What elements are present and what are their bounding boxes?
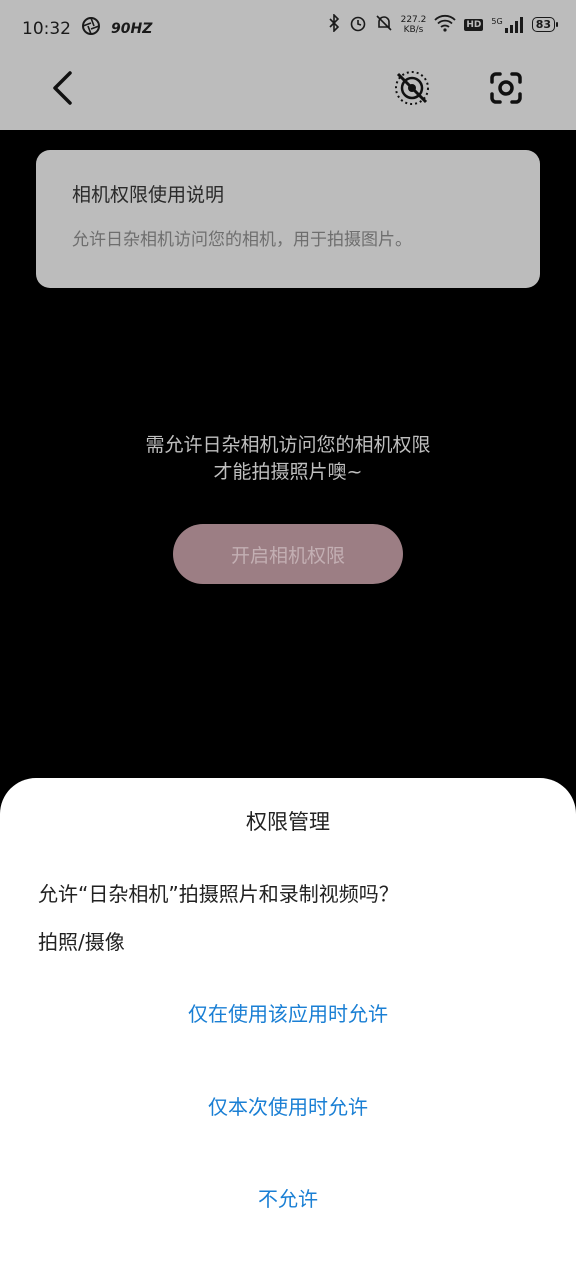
permission-hint: 需允许日杂相机访问您的相机权限 才能拍摄照片噢~ (0, 432, 576, 486)
enable-camera-permission-button[interactable]: 开启相机权限 (173, 524, 403, 584)
top-toolbar (0, 54, 576, 130)
switch-camera-icon (486, 68, 526, 112)
allow-while-using-button[interactable]: 仅在使用该应用时允许 (0, 984, 576, 1044)
allow-once-button[interactable]: 仅本次使用时允许 (0, 1077, 576, 1137)
live-photo-off-icon (392, 68, 432, 112)
mute-bell-icon (375, 14, 393, 35)
back-button[interactable] (38, 66, 86, 114)
aperture-icon (81, 16, 101, 41)
battery-icon: 83 (531, 17, 558, 32)
network-speed: 227.2 KB/s (401, 15, 427, 35)
camera-permission-notice-card: 相机权限使用说明 允许日杂相机访问您的相机，用于拍摄图片。 (36, 150, 540, 288)
signal-icon: 5G (491, 16, 523, 33)
wifi-icon (434, 14, 457, 35)
speed-unit: KB/s (403, 24, 424, 35)
refresh-rate-label: 90HZ (111, 20, 153, 37)
live-photo-off-button[interactable] (388, 66, 436, 114)
hint-line-2: 才能拍摄照片噢~ (213, 461, 363, 483)
back-arrow-icon (50, 70, 74, 110)
status-bar: 10:32 90HZ 227.2 KB/s HD 5G 83 (0, 0, 576, 54)
hd-badge: HD (464, 18, 484, 31)
status-time: 10:32 (22, 18, 71, 39)
switch-camera-button[interactable] (482, 66, 530, 114)
dialog-permission-type: 拍照/摄像 (38, 930, 125, 954)
notice-description: 允许日杂相机访问您的相机，用于拍摄图片。 (72, 230, 412, 250)
speed-value: 227.2 (400, 14, 427, 25)
network-type: 5G (491, 16, 503, 26)
battery-level: 83 (535, 18, 551, 31)
permission-dialog: 权限管理 允许“日杂相机”拍摄照片和录制视频吗？ 拍照/摄像 仅在使用该应用时允… (0, 778, 576, 1280)
alarm-icon (349, 14, 367, 35)
dialog-title: 权限管理 (246, 810, 330, 834)
hint-line-1: 需允许日杂相机访问您的相机权限 (145, 434, 431, 456)
notice-title: 相机权限使用说明 (72, 184, 225, 206)
dialog-message: 允许“日杂相机”拍摄照片和录制视频吗？ (38, 882, 399, 906)
deny-button[interactable]: 不允许 (0, 1169, 576, 1229)
bluetooth-icon (327, 13, 341, 35)
